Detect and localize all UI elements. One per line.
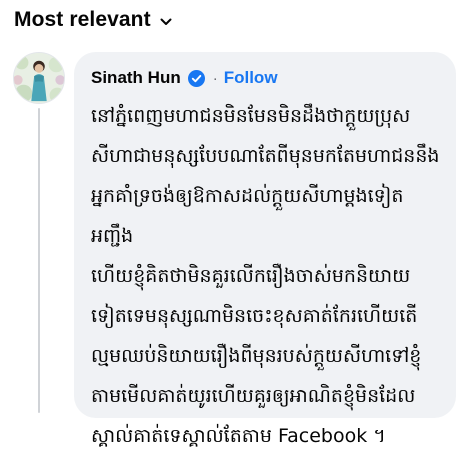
thread-line [38, 108, 40, 413]
chevron-down-icon [159, 14, 173, 28]
sort-label: Most relevant [14, 8, 151, 31]
follow-button[interactable]: Follow [224, 68, 278, 88]
comment-header: Sinath Hun · Follow [91, 64, 440, 92]
sort-comments-dropdown[interactable]: Most relevant [14, 8, 173, 32]
comment-bubble: Sinath Hun · Follow នៅភ្នំពេញមហាជនមិនមែន… [74, 52, 456, 447]
verified-badge-icon [187, 69, 205, 87]
separator-dot: · [212, 69, 218, 87]
avatar[interactable] [13, 52, 65, 104]
author-name[interactable]: Sinath Hun [91, 68, 181, 88]
comment-text: នៅភ្នំពេញមហាជនមិនមែនមិនដឹងថាក្តួយប្រុស ស… [91, 105, 440, 447]
